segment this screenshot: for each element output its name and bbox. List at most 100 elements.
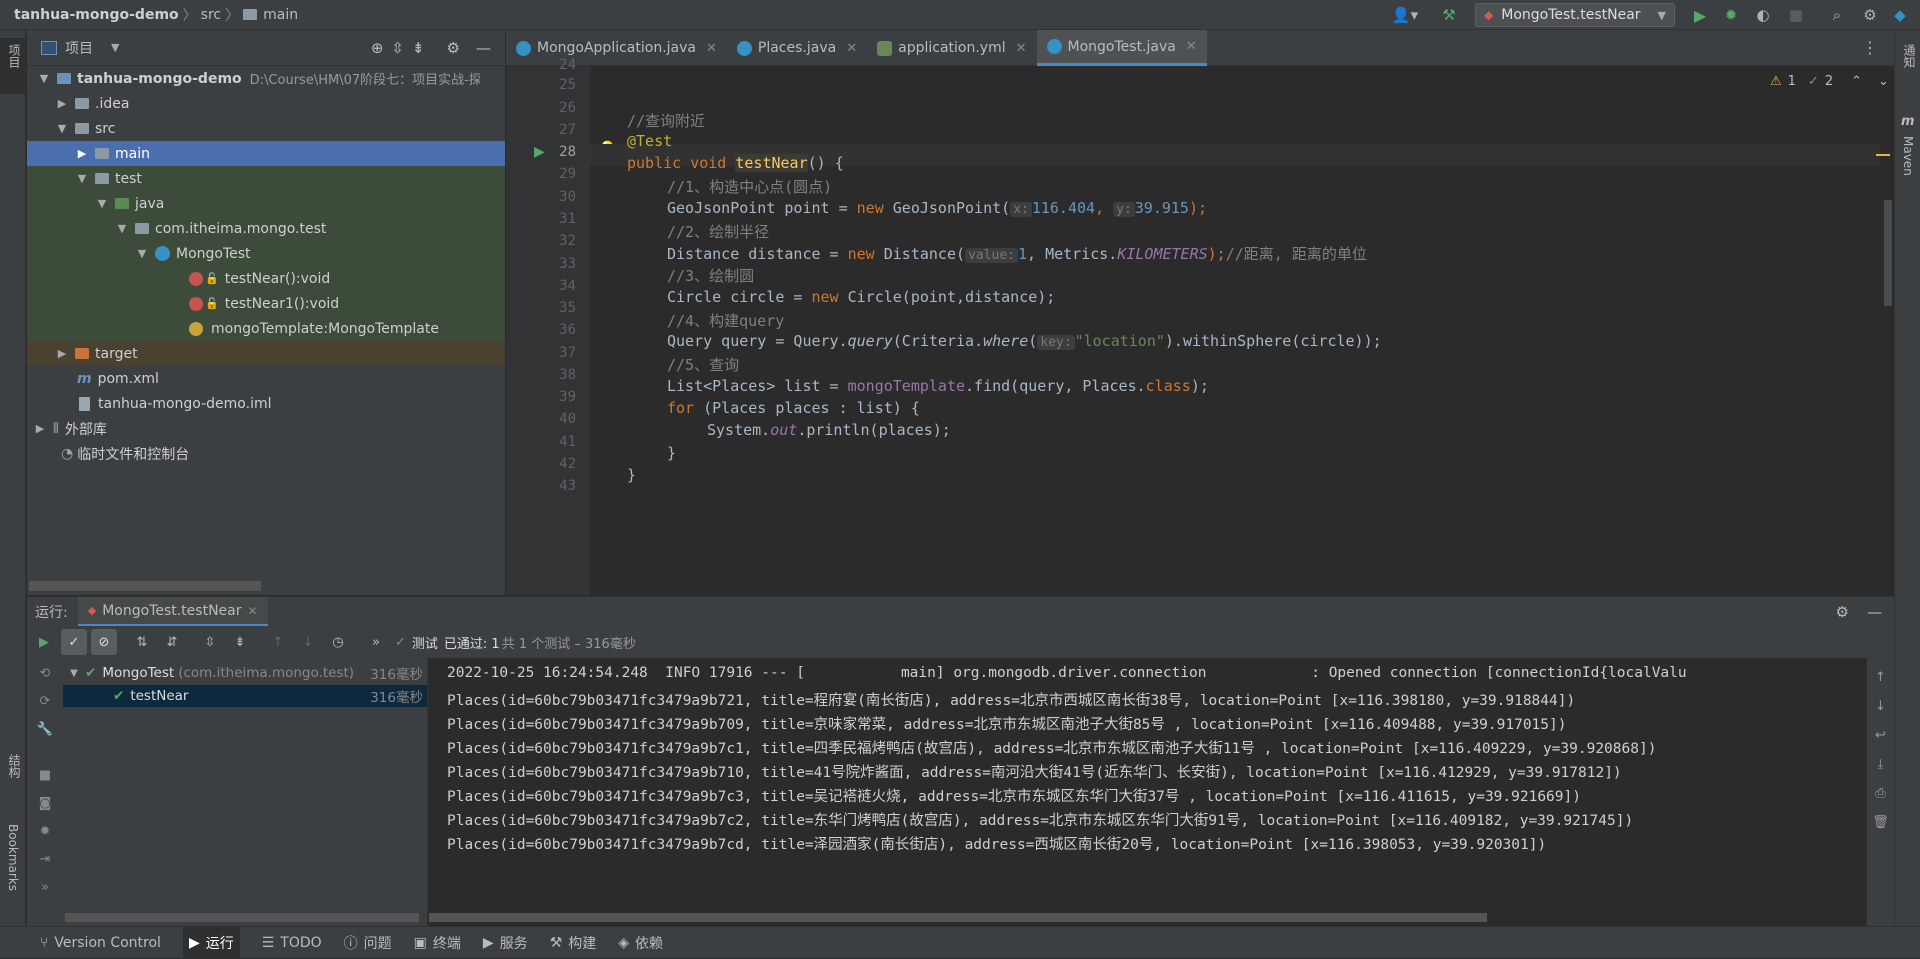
collapse-all-icon[interactable]: ⇟ (412, 39, 425, 57)
tree-item-iml[interactable]: tanhua-mongo-demo.iml (27, 391, 505, 416)
tool-project-button[interactable]: 项目 (0, 38, 25, 94)
rerun-icon[interactable]: ▶ (27, 635, 61, 650)
trash-icon[interactable]: 🗑 (1872, 815, 1889, 830)
run-test-gutter-icon[interactable]: ▶ (534, 144, 545, 160)
statusbar-terminal[interactable]: ▣ 终端 (414, 933, 461, 953)
project-panel-title[interactable]: 项目 (65, 38, 93, 58)
run-icon[interactable]: ▶ (1689, 4, 1711, 26)
debug-icon[interactable]: ✹ (40, 824, 51, 839)
statusbar-run[interactable]: ▶ 运行 (182, 926, 240, 959)
tree-item-testnear[interactable]: 🔓 testNear():void (27, 266, 505, 291)
stop-icon[interactable]: ■ (39, 768, 51, 783)
print-icon[interactable]: ⎙ (1875, 786, 1885, 801)
chevron-down-icon[interactable]: ⌄ (1878, 74, 1889, 89)
vertical-scrollbar[interactable] (1884, 200, 1892, 306)
gear-icon[interactable]: ⚙ (1836, 603, 1849, 621)
minimize-icon[interactable]: — (476, 39, 491, 57)
tree-item-test[interactable]: ▼ test (27, 166, 505, 191)
history-icon[interactable]: ◷ (323, 635, 353, 650)
tab-places[interactable]: Places.java ✕ (727, 30, 867, 66)
gear-icon[interactable]: ⚙ (1859, 4, 1881, 26)
more-icon[interactable]: » (41, 880, 49, 895)
statusbar-todo[interactable]: ☰ TODO (262, 935, 322, 951)
tab-application-yml[interactable]: application.yml ✕ (867, 30, 1036, 66)
test-suite-row[interactable]: ▼ ✔ MongoTest (com.itheima.mongo.test) 3… (63, 662, 427, 684)
close-icon[interactable]: ✕ (846, 41, 857, 56)
scroll-to-end-icon[interactable]: ⤓ (1878, 757, 1884, 772)
breadcrumb-project[interactable]: tanhua-mongo-demo (0, 7, 183, 23)
tree-item-pom[interactable]: m pom.xml (27, 366, 505, 391)
arrow-down-icon[interactable]: ↓ (293, 635, 323, 650)
build-hammer-icon[interactable]: ⚒ (1438, 4, 1460, 26)
tree-item-testnear1[interactable]: 🔓 testNear1():void (27, 291, 505, 316)
tree-item-target[interactable]: ▶ target (27, 341, 505, 366)
code-area[interactable] (590, 66, 1894, 595)
tree-item-package[interactable]: ▼ com.itheima.mongo.test (27, 216, 505, 241)
debug-icon[interactable]: ✹ (1720, 4, 1742, 26)
coverage-icon[interactable]: ◐ (1752, 4, 1774, 26)
inspection-widget[interactable]: ⚠ 1 ✓ 2 ⌃ ⌄ (1770, 74, 1889, 89)
close-icon[interactable]: ✕ (1016, 41, 1027, 56)
test-case-row[interactable]: ✔ testNear 316毫秒 (63, 685, 427, 707)
horizontal-scrollbar[interactable] (65, 913, 419, 922)
tree-item-project-root[interactable]: ▼ tanhua-mongo-demo D:\Course\HM\07阶段七：项… (27, 66, 505, 91)
wrench-icon[interactable]: 🔧 (37, 722, 53, 737)
toggle-auto-test-icon[interactable]: ⟳ (40, 694, 51, 709)
close-icon[interactable]: ✕ (706, 41, 717, 56)
jetbrains-logo-icon[interactable]: ◆ (1889, 4, 1911, 26)
arrow-down-icon[interactable]: ↓ (1875, 699, 1886, 714)
tree-item-src[interactable]: ▼ src (27, 116, 505, 141)
run-tab[interactable]: ◆ MongoTest.testNear ✕ (77, 597, 268, 626)
horizontal-scrollbar[interactable] (29, 581, 261, 591)
tool-maven-button[interactable]: m Maven (1895, 114, 1920, 194)
collapse-all-icon[interactable]: ⇟ (225, 635, 255, 650)
soft-wrap-icon[interactable]: ↩ (1875, 728, 1886, 743)
warning-stripe-marker[interactable] (1876, 154, 1890, 156)
sort-alpha-icon[interactable]: ⇅ (127, 635, 157, 650)
tree-item-main[interactable]: ▶ main (27, 141, 505, 166)
tree-item-scratches[interactable]: ◔ 临时文件和控制台 (27, 441, 505, 466)
chevron-up-icon[interactable]: ⌃ (1851, 74, 1862, 89)
run-configuration-select[interactable]: ◆ MongoTest.testNear ▼ (1475, 3, 1675, 27)
tool-notifications-button[interactable]: 通知 (1895, 40, 1920, 100)
chevron-down-icon[interactable]: ▼ (111, 41, 119, 54)
user-icon[interactable]: 👤▾ (1388, 4, 1422, 26)
show-ignored-toggle[interactable]: ⊘ (91, 629, 117, 655)
statusbar-dependencies[interactable]: ◈ 依赖 (618, 933, 663, 953)
tool-bookmarks-button[interactable]: Bookmarks (0, 820, 25, 920)
locate-icon[interactable]: ⊕ (371, 39, 384, 57)
show-passed-toggle[interactable]: ✓ (61, 629, 87, 655)
tab-mongotest[interactable]: MongoTest.java ✕ (1036, 30, 1207, 66)
breadcrumb-src[interactable]: src (197, 7, 225, 23)
expand-all-icon[interactable]: ⇳ (391, 39, 404, 57)
rerun-failed-icon[interactable]: ⟲ (40, 666, 51, 681)
more-tabs-icon[interactable]: ⋮ (1862, 38, 1878, 57)
search-icon[interactable]: ⌕ (1826, 4, 1848, 26)
statusbar-services[interactable]: ▶ 服务 (483, 933, 528, 953)
minimize-icon[interactable]: — (1867, 603, 1882, 621)
tab-mongoapplication[interactable]: MongoApplication.java ✕ (506, 30, 727, 66)
statusbar-problems[interactable]: ⓘ 问题 (344, 933, 392, 953)
sort-duration-icon[interactable]: ⇵ (157, 635, 187, 650)
breadcrumb-main[interactable]: main (239, 7, 302, 23)
stop-icon[interactable]: ■ (1785, 4, 1807, 26)
close-icon[interactable]: ✕ (1186, 39, 1197, 54)
tree-item-idea[interactable]: ▶ .idea (27, 91, 505, 116)
tree-item-mongotemplate[interactable]: mongoTemplate:MongoTemplate (27, 316, 505, 341)
statusbar-build[interactable]: ⚒ 构建 (550, 933, 597, 953)
horizontal-scrollbar[interactable] (429, 913, 1487, 922)
arrow-up-icon[interactable]: ↑ (263, 635, 293, 650)
tree-item-java[interactable]: ▼ java (27, 191, 505, 216)
statusbar-version-control[interactable]: ⑂ Version Control (40, 935, 161, 951)
expand-all-icon[interactable]: ⇳ (195, 635, 225, 650)
close-icon[interactable]: ✕ (247, 604, 257, 618)
exit-icon[interactable]: ⇥ (40, 852, 51, 867)
gear-icon[interactable]: ⚙ (447, 39, 460, 57)
tree-item-external-libraries[interactable]: ▶ ⫴ 外部库 (27, 416, 505, 441)
camera-icon[interactable]: ◙ (39, 796, 52, 811)
arrow-up-icon[interactable]: ↑ (1875, 670, 1886, 685)
more-icon[interactable]: » (361, 635, 391, 650)
tree-item-mongotest[interactable]: ▼ MongoTest (27, 241, 505, 266)
console-output[interactable]: 2022-10-25 16:24:54.248 INFO 17916 --- [… (427, 658, 1887, 927)
tool-structure-button[interactable]: 结构 (0, 750, 25, 810)
